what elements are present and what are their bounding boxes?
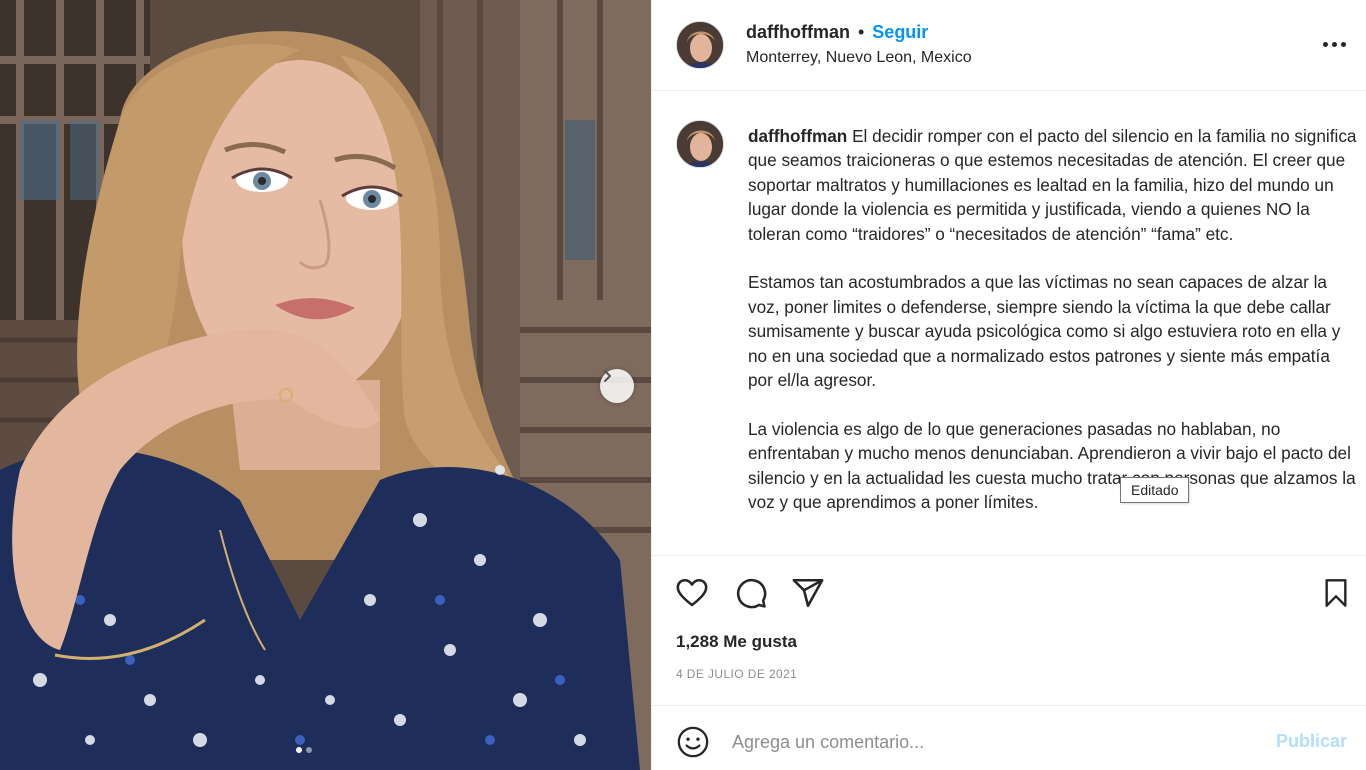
smiley-icon <box>677 726 709 758</box>
carousel-dot <box>306 747 312 753</box>
location-link[interactable]: Monterrey, Nuevo Leon, Mexico <box>746 49 972 67</box>
like-button[interactable] <box>674 575 710 611</box>
post-panel: daffhoffman • Seguir Monterrey, Nuevo Le… <box>651 0 1366 770</box>
caption-avatar[interactable] <box>676 120 724 168</box>
emoji-button[interactable] <box>676 725 710 759</box>
post-header: daffhoffman • Seguir Monterrey, Nuevo Le… <box>652 0 1366 91</box>
bookmark-icon <box>1325 579 1347 607</box>
chevron-right-icon <box>604 370 611 382</box>
caption-username-link[interactable]: daffhoffman <box>748 126 847 146</box>
caption-area: daffhoffman El decidir romper con el pac… <box>652 92 1366 556</box>
action-bar <box>652 557 1366 627</box>
comment-bar: Publicar <box>652 705 1366 770</box>
header-user-row: daffhoffman • Seguir <box>746 22 928 43</box>
post-photo <box>0 0 651 770</box>
edited-tooltip: Editado <box>1120 477 1190 503</box>
caption-body: El decidir romper con el pacto del silen… <box>748 126 1357 513</box>
separator-bullet: • <box>857 22 865 42</box>
comment-icon <box>736 578 767 609</box>
username-link[interactable]: daffhoffman <box>746 22 850 43</box>
more-horizontal-icon <box>1322 41 1328 47</box>
more-options-button[interactable] <box>1320 34 1348 54</box>
save-button[interactable] <box>1318 575 1354 611</box>
avatar[interactable] <box>676 21 724 69</box>
carousel-dot <box>296 747 302 753</box>
send-icon <box>792 578 824 608</box>
more-horizontal-icon <box>1340 41 1346 47</box>
share-button[interactable] <box>790 575 826 611</box>
portrait-photo <box>0 0 651 770</box>
avatar-image <box>677 121 723 167</box>
avatar-image <box>677 22 723 68</box>
follow-button[interactable]: Seguir <box>872 22 928 43</box>
comment-button[interactable] <box>733 575 769 611</box>
more-horizontal-icon <box>1331 41 1337 47</box>
carousel-next-button[interactable] <box>600 369 634 403</box>
likes-count[interactable]: 1,288 Me gusta <box>676 632 797 652</box>
comment-input[interactable] <box>732 726 1252 758</box>
caption-text: daffhoffman El decidir romper con el pac… <box>748 124 1358 515</box>
carousel-indicator <box>296 747 312 753</box>
heart-icon <box>676 578 708 607</box>
post-date[interactable]: 4 DE JULIO DE 2021 <box>676 667 797 681</box>
publish-button[interactable]: Publicar <box>1276 731 1347 752</box>
